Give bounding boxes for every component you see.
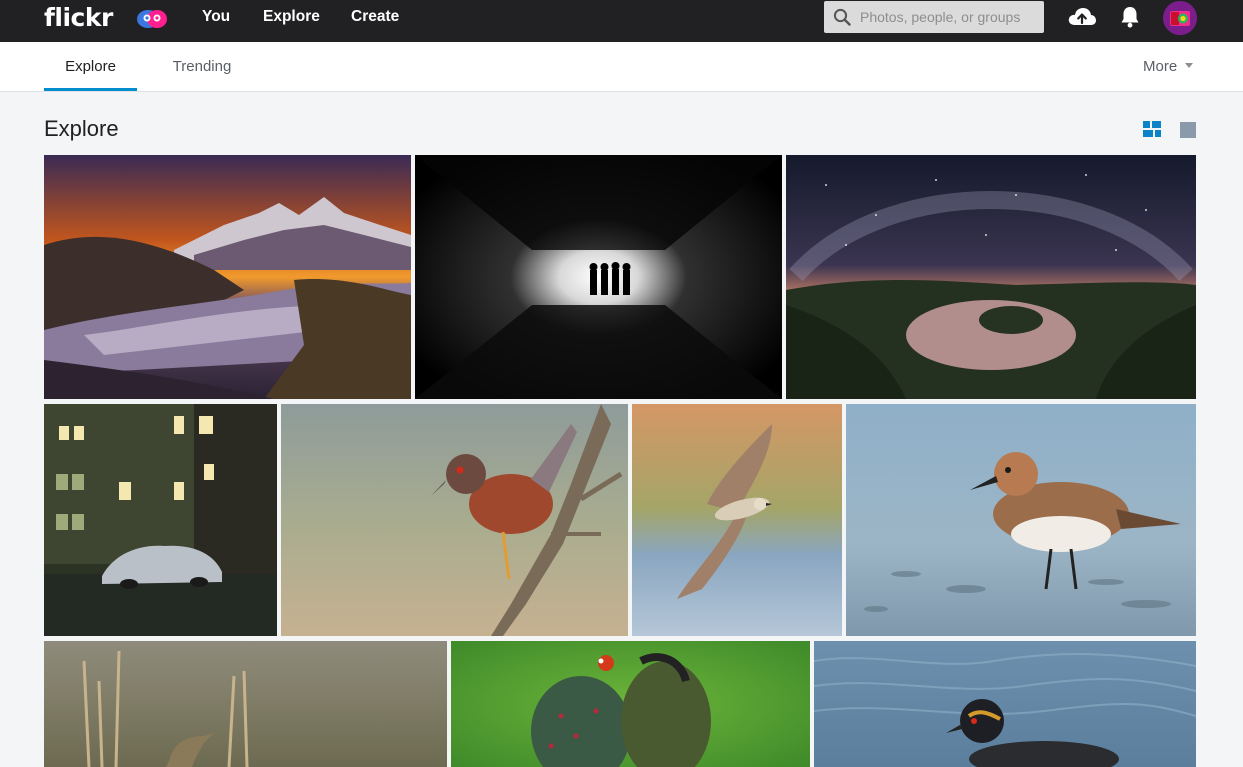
sub-navigation: Explore Trending bbox=[0, 42, 1243, 92]
pro-badge-icon[interactable] bbox=[136, 6, 168, 30]
photo-milky-way-river-bend[interactable] bbox=[786, 155, 1196, 399]
photo-tunnel-silhouettes[interactable] bbox=[415, 155, 782, 399]
photo-bird-on-branch[interactable] bbox=[281, 404, 628, 636]
avatar[interactable] bbox=[1163, 1, 1197, 35]
flickr-logo[interactable]: flickr bbox=[44, 3, 113, 33]
nav-create[interactable]: Create bbox=[351, 0, 399, 34]
chevron-down-icon bbox=[1185, 62, 1194, 68]
nav-you[interactable]: You bbox=[202, 0, 230, 34]
single-photo-icon[interactable] bbox=[1180, 122, 1196, 138]
page-title: Explore bbox=[44, 116, 119, 141]
search-icon bbox=[833, 8, 851, 26]
justified-grid-icon[interactable] bbox=[1143, 121, 1161, 137]
active-tab-indicator bbox=[44, 88, 137, 91]
photo-night-street-covered-car[interactable] bbox=[44, 404, 277, 636]
photo-beetle-macro[interactable] bbox=[451, 641, 810, 767]
photo-grebe-on-water[interactable] bbox=[814, 641, 1196, 767]
more-menu-button[interactable]: More bbox=[1143, 42, 1194, 92]
tab-explore[interactable]: Explore bbox=[44, 42, 137, 92]
search-input[interactable] bbox=[860, 1, 1040, 33]
upload-cloud-icon[interactable] bbox=[1067, 5, 1097, 29]
photo-mountain-river-sunset[interactable] bbox=[44, 155, 411, 399]
tab-trending[interactable]: Trending bbox=[160, 42, 244, 92]
search-box[interactable] bbox=[824, 1, 1044, 33]
top-navigation-bar: flickr You Explore Create bbox=[0, 0, 1243, 42]
photo-bird-in-flight[interactable] bbox=[632, 404, 842, 636]
more-label: More bbox=[1143, 58, 1178, 75]
notifications-bell-icon[interactable] bbox=[1120, 5, 1140, 29]
nav-explore[interactable]: Explore bbox=[263, 0, 320, 34]
photo-bird-in-reeds[interactable] bbox=[44, 641, 447, 767]
photo-sandpiper-on-beach[interactable] bbox=[846, 404, 1196, 636]
